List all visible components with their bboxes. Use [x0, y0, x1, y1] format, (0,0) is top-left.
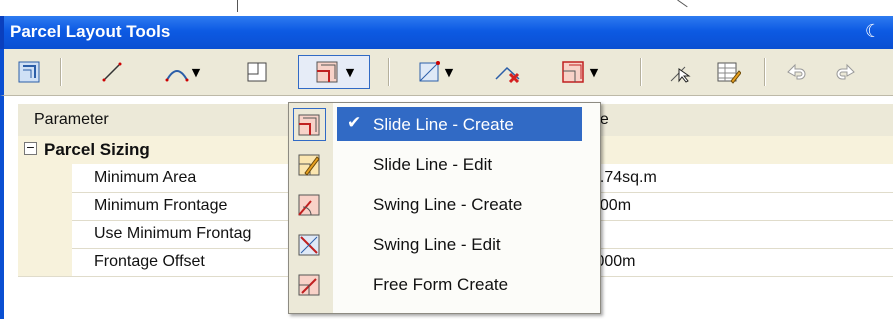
parcel-button[interactable] — [12, 57, 46, 87]
menu-item-label: Swing Line - Edit — [373, 235, 501, 254]
slide-line-create-icon — [298, 114, 320, 136]
swing-line-edit-icon — [298, 234, 320, 256]
free-form-create-icon — [298, 274, 320, 296]
collapse-icon[interactable]: − — [24, 142, 37, 155]
draw-tangent-button[interactable] — [240, 57, 274, 87]
pick-subentity-button[interactable]: ▼ — [406, 57, 464, 87]
slide-line-icon — [316, 61, 338, 83]
row-gutter — [18, 220, 72, 248]
background-line-left — [237, 0, 238, 12]
row-gutter — [18, 248, 72, 276]
toolbar-separator — [640, 58, 642, 86]
menu-item-free-form-create[interactable]: Free Form Create — [289, 265, 600, 305]
toolbar-separator — [764, 58, 766, 86]
menu-item-slide-line-create[interactable]: ✔ Slide Line - Create — [289, 105, 600, 145]
autohide-icon[interactable]: ☾ — [863, 22, 883, 42]
line-icon — [102, 62, 122, 82]
category-label: Parcel Sizing — [44, 140, 150, 159]
swing-line-create-icon — [298, 194, 320, 216]
select-cursor-icon — [670, 66, 691, 83]
undo-button[interactable] — [780, 57, 812, 87]
row-label: Minimum Frontage — [94, 197, 228, 214]
row-label: Frontage Offset — [94, 253, 205, 270]
toolbar: ▼ ▼ ▼ ▼ — [0, 49, 893, 96]
menu-item-label: Slide Line - Edit — [373, 155, 493, 174]
row-label: Use Minimum Frontag — [94, 225, 252, 242]
add-curve-button[interactable]: ▼ — [156, 57, 208, 87]
slide-line-dropdown-menu: ✔ Slide Line - Create Slide Line - Edit … — [288, 102, 601, 314]
editor-icon — [717, 62, 741, 84]
slide-line-edit-icon — [298, 154, 320, 176]
menu-item-label: Slide Line - Create — [373, 115, 514, 134]
menu-item-swing-line-create[interactable]: Swing Line - Create — [289, 185, 600, 225]
redo-icon — [836, 63, 855, 80]
parameter-column-header[interactable]: Parameter — [34, 111, 109, 129]
slide-line-create-button[interactable]: ▼ — [298, 55, 370, 89]
menu-item-label: Swing Line - Create — [373, 195, 523, 214]
window-title: Parcel Layout Tools — [10, 22, 171, 41]
delete-x-icon — [495, 66, 520, 84]
pick-icon — [419, 61, 440, 82]
union-icon — [562, 61, 584, 83]
sub-entity-editor-button[interactable] — [712, 57, 744, 87]
chevron-down-icon[interactable]: ▼ — [346, 66, 354, 79]
menu-item-swing-line-edit[interactable]: Swing Line - Edit — [289, 225, 600, 265]
redo-button[interactable] — [830, 57, 862, 87]
row-label: Minimum Area — [94, 169, 197, 186]
curve-icon — [165, 70, 189, 82]
select-parcel-button[interactable] — [664, 57, 696, 87]
chevron-down-icon[interactable]: ▼ — [192, 66, 200, 79]
title-bar: Parcel Layout Tools ☾ — [0, 16, 893, 49]
menu-item-slide-line-edit[interactable]: Slide Line - Edit — [289, 145, 600, 185]
toolbar-separator — [60, 58, 62, 86]
undo-icon — [787, 63, 806, 80]
background-line-right — [677, 0, 688, 8]
polyline-icon — [247, 62, 267, 82]
add-line-button[interactable] — [96, 57, 128, 87]
menu-item-label: Free Form Create — [373, 275, 509, 294]
check-icon: ✔ — [347, 113, 362, 133]
parcel-icon — [18, 61, 40, 83]
chevron-down-icon[interactable]: ▼ — [590, 66, 598, 79]
parcel-union-button[interactable]: ▼ — [546, 57, 612, 87]
toolbar-separator — [388, 58, 390, 86]
row-gutter — [18, 164, 72, 192]
chevron-down-icon[interactable]: ▼ — [445, 66, 453, 79]
row-gutter — [18, 192, 72, 220]
delete-subentity-button[interactable] — [488, 57, 528, 87]
